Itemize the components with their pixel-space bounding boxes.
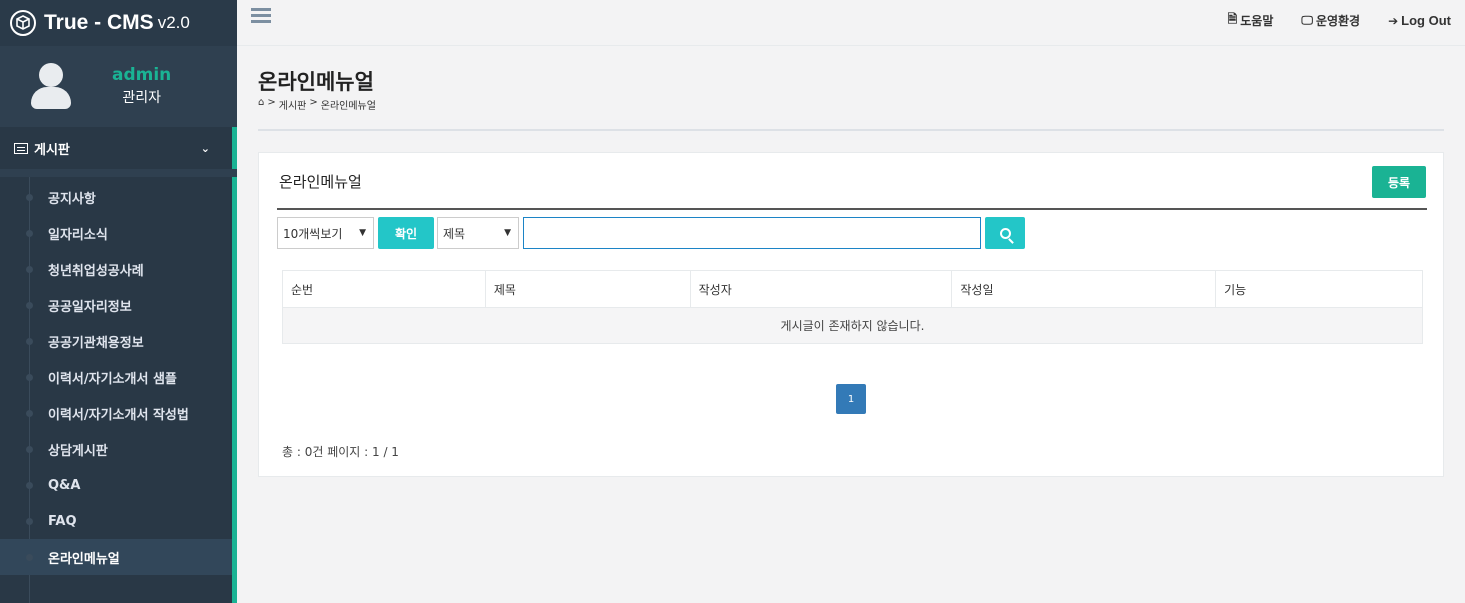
settings-link[interactable]: 🖵 운영환경 — [1301, 10, 1360, 31]
top-navbar: 🗎 도움말 🖵 운영환경 ➔ Log Out — [237, 0, 1465, 46]
sidebar-item-public-jobs[interactable]: 공공일자리정보 — [0, 287, 232, 323]
register-button[interactable]: 등록 — [1372, 166, 1426, 198]
sidebar-item-label: 온라인메뉴얼 — [48, 551, 120, 567]
empty-message: 게시글이 존재하지 않습니다. — [282, 307, 1423, 344]
search-input[interactable] — [523, 217, 981, 249]
page-title: 온라인메뉴얼 — [258, 70, 374, 94]
column-header: 작성자 — [689, 270, 953, 308]
sign-out-icon: ➔ — [1388, 13, 1399, 28]
user-profile: admin 관리자 — [0, 46, 237, 126]
logout-label: Log Out — [1401, 13, 1451, 28]
search-icon — [999, 227, 1011, 239]
sidebar-item-notice[interactable]: 공지사항 — [0, 179, 232, 215]
page-size-select[interactable]: 10개씩보기 ▼ — [277, 217, 374, 249]
post-table: 순번 제목 작성자 작성일 기능 게시글이 존재하지 않습니다. — [282, 270, 1423, 344]
breadcrumb-separator: > — [309, 97, 318, 108]
sidebar-submenu: 공지사항 일자리소식 청년취업성공사례 공공일자리정보 공공기관채용정보 이력서… — [0, 177, 237, 603]
sidebar-item-label: 상담게시판 — [48, 443, 108, 459]
panel-divider — [277, 208, 1427, 210]
sidebar-section-board[interactable]: 게시판 ⌄ — [0, 127, 237, 169]
document-icon: 🗎 — [1227, 12, 1238, 26]
confirm-button[interactable]: 확인 — [378, 217, 434, 249]
sidebar-item-online-manual[interactable]: 온라인메뉴얼 — [0, 539, 232, 575]
hamburger-menu-icon[interactable] — [251, 8, 271, 24]
page-size-value: 10개씩보기 — [283, 226, 343, 241]
sidebar-item-job-news[interactable]: 일자리소식 — [0, 215, 232, 251]
breadcrumb-board[interactable]: 게시판 — [279, 97, 307, 112]
sidebar-item-label: 공공일자리정보 — [48, 299, 132, 315]
panel-title: 온라인메뉴얼 — [279, 173, 362, 191]
sidebar-item-label: FAQ — [48, 513, 77, 529]
user-name[interactable]: admin — [112, 65, 171, 85]
main-content: 온라인메뉴얼 ⌂ > 게시판 > 온라인메뉴얼 온라인메뉴얼 등록 10개씩보기… — [237, 46, 1465, 603]
sidebar-item-resume-guide[interactable]: 이력서/자기소개서 작성법 — [0, 395, 232, 431]
list-icon — [14, 142, 28, 154]
dropdown-arrow-icon: ▼ — [359, 228, 366, 238]
home-icon[interactable]: ⌂ — [258, 97, 264, 112]
sidebar-item-faq[interactable]: FAQ — [0, 503, 232, 539]
breadcrumb-separator: > — [267, 97, 276, 108]
page-button-current[interactable]: 1 — [836, 384, 866, 414]
monitor-icon: 🖵 — [1301, 13, 1313, 27]
sidebar-item-consult-board[interactable]: 상담게시판 — [0, 431, 232, 467]
search-field-value: 제목 — [443, 226, 466, 241]
cube-logo-icon — [10, 10, 36, 36]
table-row: 게시글이 존재하지 않습니다. — [282, 307, 1423, 344]
sidebar-item-label: 이력서/자기소개서 샘플 — [48, 371, 177, 387]
logout-link[interactable]: ➔ Log Out — [1388, 10, 1451, 31]
list-summary: 총 : 0건 페이지 : 1 / 1 — [282, 445, 399, 459]
sidebar-item-public-recruit[interactable]: 공공기관채용정보 — [0, 323, 232, 359]
user-role: 관리자 — [122, 90, 161, 106]
sidebar-item-label: Q&A — [48, 477, 81, 493]
sidebar-item-label: 공지사항 — [48, 191, 96, 207]
sidebar-item-label: 청년취업성공사례 — [48, 263, 144, 279]
list-panel: 온라인메뉴얼 등록 10개씩보기 ▼ 확인 제목 ▼ 순번 제목 작성자 작성일… — [258, 152, 1444, 477]
column-header: 작성일 — [951, 270, 1217, 308]
help-label: 도움말 — [1240, 14, 1274, 28]
settings-label: 운영환경 — [1315, 14, 1361, 28]
chevron-down-icon: ⌄ — [200, 141, 210, 155]
divider — [258, 129, 1444, 131]
sidebar-item-label: 이력서/자기소개서 작성법 — [48, 407, 189, 423]
column-header: 순번 — [282, 270, 486, 308]
app-title: True - CMS — [44, 11, 154, 34]
breadcrumb: ⌂ > 게시판 > 온라인메뉴얼 — [258, 97, 376, 112]
sidebar-item-label: 공공기관채용정보 — [48, 335, 144, 351]
column-header: 기능 — [1215, 270, 1423, 308]
column-header: 제목 — [484, 270, 691, 308]
sidebar-item-qna[interactable]: Q&A — [0, 467, 232, 503]
sidebar-item-success-stories[interactable]: 청년취업성공사례 — [0, 251, 232, 287]
dropdown-arrow-icon: ▼ — [504, 228, 511, 238]
sidebar-item-label: 일자리소식 — [48, 227, 108, 243]
table-header-row: 순번 제목 작성자 작성일 기능 — [282, 270, 1423, 308]
sidebar-section-label: 게시판 — [34, 142, 70, 158]
sidebar-item-resume-sample[interactable]: 이력서/자기소개서 샘플 — [0, 359, 232, 395]
app-version: v2.0 — [157, 13, 190, 32]
search-field-select[interactable]: 제목 ▼ — [437, 217, 519, 249]
help-link[interactable]: 🗎 도움말 — [1228, 10, 1274, 31]
breadcrumb-current: 온라인메뉴얼 — [320, 101, 376, 112]
search-button[interactable] — [985, 217, 1025, 249]
user-avatar-icon — [30, 61, 72, 111]
brand-header[interactable]: True - CMS v2.0 — [0, 0, 237, 46]
